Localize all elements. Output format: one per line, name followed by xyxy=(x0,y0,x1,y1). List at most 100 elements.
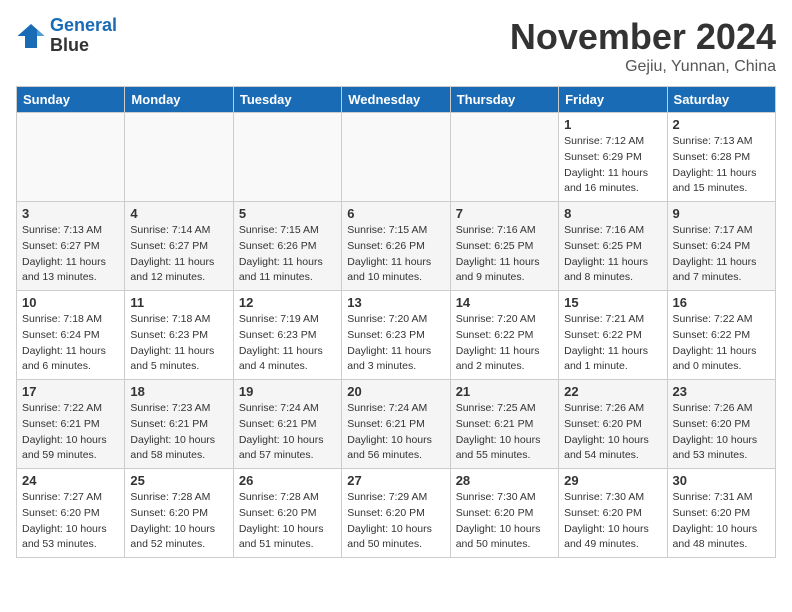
calendar-cell: 21 Sunrise: 7:25 AM Sunset: 6:21 PM Dayli… xyxy=(450,380,558,469)
logo-line1: General xyxy=(50,15,117,35)
calendar-cell: 18 Sunrise: 7:23 AM Sunset: 6:21 PM Dayli… xyxy=(125,380,233,469)
day-info: Sunrise: 7:30 AM Sunset: 6:20 PM Dayligh… xyxy=(456,490,553,553)
day-number: 18 xyxy=(130,384,227,399)
day-number: 14 xyxy=(456,295,553,310)
calendar-cell: 3 Sunrise: 7:13 AM Sunset: 6:27 PM Daylig… xyxy=(17,202,125,291)
day-number: 19 xyxy=(239,384,336,399)
day-info: Sunrise: 7:26 AM Sunset: 6:20 PM Dayligh… xyxy=(564,401,661,464)
day-number: 13 xyxy=(347,295,444,310)
calendar-cell: 15Sunrise: 7:21 AM Sunset: 6:22 PM Dayli… xyxy=(559,291,667,380)
day-header-saturday: Saturday xyxy=(667,87,775,113)
calendar-cell: 7 Sunrise: 7:16 AM Sunset: 6:25 PM Daylig… xyxy=(450,202,558,291)
day-number: 25 xyxy=(130,473,227,488)
calendar-cell xyxy=(17,113,125,202)
day-info: Sunrise: 7:22 AM Sunset: 6:22 PM Dayligh… xyxy=(673,312,770,375)
calendar-cell: 9 Sunrise: 7:17 AM Sunset: 6:24 PM Daylig… xyxy=(667,202,775,291)
title-area: November 2024 Gejiu, Yunnan, China xyxy=(510,16,776,76)
location: Gejiu, Yunnan, China xyxy=(510,58,776,76)
day-info: Sunrise: 7:17 AM Sunset: 6:24 PM Dayligh… xyxy=(673,223,770,286)
calendar-cell xyxy=(342,113,450,202)
calendar-table: SundayMondayTuesdayWednesdayThursdayFrid… xyxy=(16,86,776,558)
calendar-cell: 26Sunrise: 7:28 AM Sunset: 6:20 PM Dayli… xyxy=(233,469,341,558)
calendar-cell: 8Sunrise: 7:16 AM Sunset: 6:25 PM Daylig… xyxy=(559,202,667,291)
day-header-friday: Friday xyxy=(559,87,667,113)
calendar-cell: 4 Sunrise: 7:14 AM Sunset: 6:27 PM Daylig… xyxy=(125,202,233,291)
calendar-cell: 29Sunrise: 7:30 AM Sunset: 6:20 PM Dayli… xyxy=(559,469,667,558)
week-row-5: 24Sunrise: 7:27 AM Sunset: 6:20 PM Dayli… xyxy=(17,469,776,558)
day-number: 24 xyxy=(22,473,119,488)
calendar-cell: 22 Sunrise: 7:26 AM Sunset: 6:20 PM Dayli… xyxy=(559,380,667,469)
day-number: 12 xyxy=(239,295,336,310)
week-row-3: 10Sunrise: 7:18 AM Sunset: 6:24 PM Dayli… xyxy=(17,291,776,380)
week-row-1: 1 Sunrise: 7:12 AM Sunset: 6:29 PM Daylig… xyxy=(17,113,776,202)
calendar-cell: 30 Sunrise: 7:31 AM Sunset: 6:20 PM Dayli… xyxy=(667,469,775,558)
calendar-cell: 17 Sunrise: 7:22 AM Sunset: 6:21 PM Dayli… xyxy=(17,380,125,469)
calendar-cell: 5 Sunrise: 7:15 AM Sunset: 6:26 PM Daylig… xyxy=(233,202,341,291)
day-number: 10 xyxy=(22,295,119,310)
day-info: Sunrise: 7:15 AM Sunset: 6:26 PM Dayligh… xyxy=(239,223,336,286)
day-info: Sunrise: 7:15 AM Sunset: 6:26 PM Dayligh… xyxy=(347,223,444,286)
week-row-4: 17 Sunrise: 7:22 AM Sunset: 6:21 PM Dayli… xyxy=(17,380,776,469)
day-number: 17 xyxy=(22,384,119,399)
month-title: November 2024 xyxy=(510,16,776,58)
calendar-cell: 20 Sunrise: 7:24 AM Sunset: 6:21 PM Dayli… xyxy=(342,380,450,469)
day-info: Sunrise: 7:18 AM Sunset: 6:23 PM Dayligh… xyxy=(130,312,227,375)
calendar-cell: 1 Sunrise: 7:12 AM Sunset: 6:29 PM Daylig… xyxy=(559,113,667,202)
calendar-cell xyxy=(125,113,233,202)
day-number: 22 xyxy=(564,384,661,399)
day-info: Sunrise: 7:31 AM Sunset: 6:20 PM Dayligh… xyxy=(673,490,770,553)
day-number: 16 xyxy=(673,295,770,310)
day-number: 28 xyxy=(456,473,553,488)
day-info: Sunrise: 7:24 AM Sunset: 6:21 PM Dayligh… xyxy=(347,401,444,464)
day-info: Sunrise: 7:24 AM Sunset: 6:21 PM Dayligh… xyxy=(239,401,336,464)
calendar-cell: 12 Sunrise: 7:19 AM Sunset: 6:23 PM Dayli… xyxy=(233,291,341,380)
logo-icon xyxy=(16,22,46,50)
calendar-cell: 13Sunrise: 7:20 AM Sunset: 6:23 PM Dayli… xyxy=(342,291,450,380)
calendar-cell xyxy=(450,113,558,202)
day-info: Sunrise: 7:16 AM Sunset: 6:25 PM Dayligh… xyxy=(564,223,661,286)
day-number: 5 xyxy=(239,206,336,221)
day-header-sunday: Sunday xyxy=(17,87,125,113)
calendar-cell: 2 Sunrise: 7:13 AM Sunset: 6:28 PM Daylig… xyxy=(667,113,775,202)
day-number: 20 xyxy=(347,384,444,399)
calendar-cell: 28 Sunrise: 7:30 AM Sunset: 6:20 PM Dayli… xyxy=(450,469,558,558)
day-number: 27 xyxy=(347,473,444,488)
calendar-cell: 25 Sunrise: 7:28 AM Sunset: 6:20 PM Dayli… xyxy=(125,469,233,558)
days-header-row: SundayMondayTuesdayWednesdayThursdayFrid… xyxy=(17,87,776,113)
calendar-cell xyxy=(233,113,341,202)
day-number: 29 xyxy=(564,473,661,488)
day-info: Sunrise: 7:12 AM Sunset: 6:29 PM Dayligh… xyxy=(564,134,661,197)
logo-line2: Blue xyxy=(50,36,117,56)
day-info: Sunrise: 7:29 AM Sunset: 6:20 PM Dayligh… xyxy=(347,490,444,553)
calendar-cell: 14Sunrise: 7:20 AM Sunset: 6:22 PM Dayli… xyxy=(450,291,558,380)
day-number: 9 xyxy=(673,206,770,221)
day-header-wednesday: Wednesday xyxy=(342,87,450,113)
day-number: 21 xyxy=(456,384,553,399)
day-number: 6 xyxy=(347,206,444,221)
day-info: Sunrise: 7:16 AM Sunset: 6:25 PM Dayligh… xyxy=(456,223,553,286)
day-number: 7 xyxy=(456,206,553,221)
day-info: Sunrise: 7:25 AM Sunset: 6:21 PM Dayligh… xyxy=(456,401,553,464)
day-info: Sunrise: 7:22 AM Sunset: 6:21 PM Dayligh… xyxy=(22,401,119,464)
calendar-cell: 19 Sunrise: 7:24 AM Sunset: 6:21 PM Dayli… xyxy=(233,380,341,469)
day-info: Sunrise: 7:19 AM Sunset: 6:23 PM Dayligh… xyxy=(239,312,336,375)
day-number: 30 xyxy=(673,473,770,488)
day-info: Sunrise: 7:28 AM Sunset: 6:20 PM Dayligh… xyxy=(239,490,336,553)
day-number: 2 xyxy=(673,117,770,132)
day-info: Sunrise: 7:14 AM Sunset: 6:27 PM Dayligh… xyxy=(130,223,227,286)
day-info: Sunrise: 7:13 AM Sunset: 6:28 PM Dayligh… xyxy=(673,134,770,197)
day-number: 11 xyxy=(130,295,227,310)
day-header-tuesday: Tuesday xyxy=(233,87,341,113)
day-info: Sunrise: 7:13 AM Sunset: 6:27 PM Dayligh… xyxy=(22,223,119,286)
calendar-cell: 6 Sunrise: 7:15 AM Sunset: 6:26 PM Daylig… xyxy=(342,202,450,291)
day-number: 23 xyxy=(673,384,770,399)
day-number: 4 xyxy=(130,206,227,221)
day-number: 3 xyxy=(22,206,119,221)
logo-text: General Blue xyxy=(50,16,117,56)
day-info: Sunrise: 7:28 AM Sunset: 6:20 PM Dayligh… xyxy=(130,490,227,553)
day-info: Sunrise: 7:23 AM Sunset: 6:21 PM Dayligh… xyxy=(130,401,227,464)
day-number: 1 xyxy=(564,117,661,132)
day-header-thursday: Thursday xyxy=(450,87,558,113)
calendar-cell: 10Sunrise: 7:18 AM Sunset: 6:24 PM Dayli… xyxy=(17,291,125,380)
calendar-cell: 23Sunrise: 7:26 AM Sunset: 6:20 PM Dayli… xyxy=(667,380,775,469)
